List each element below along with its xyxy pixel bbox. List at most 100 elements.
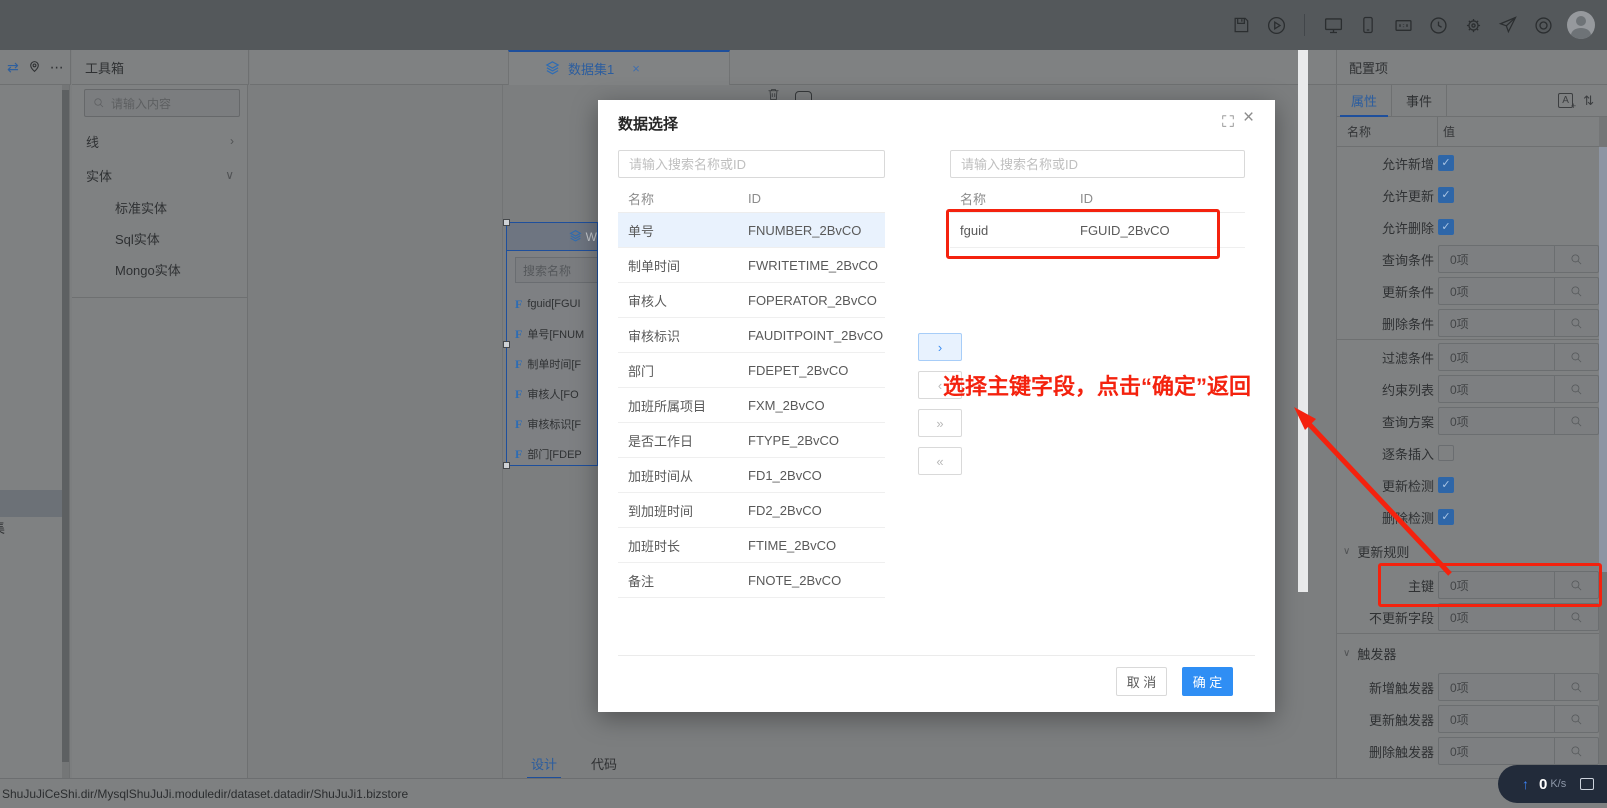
field-id: FWRITETIME_2BvCO — [748, 257, 879, 273]
config-tab-属性[interactable]: 属性 — [1337, 84, 1392, 117]
search-icon[interactable] — [1554, 310, 1598, 336]
canvas-tab-设计[interactable]: 设计 — [526, 754, 562, 779]
entity-field-row[interactable]: F 审核标识[F — [507, 409, 597, 439]
config-panel-scrollbar[interactable] — [1599, 117, 1607, 778]
ok-button[interactable]: 确 定 — [1182, 667, 1233, 696]
available-field-row[interactable]: 备注 FNOTE_2BvCO — [618, 563, 885, 598]
search-icon[interactable] — [1554, 278, 1598, 304]
entity-card-header[interactable]: W — [507, 223, 597, 251]
config-tab-事件[interactable]: 事件 — [1392, 84, 1447, 117]
selection-handle[interactable] — [503, 462, 510, 469]
picker-input[interactable]: 0项 — [1438, 309, 1599, 337]
chevron-right-icon[interactable]: › — [230, 134, 234, 148]
modal-search-right[interactable] — [950, 150, 1245, 178]
toolbox-search-input[interactable]: 请输入内容 — [84, 89, 240, 117]
entity-field-row[interactable]: F 单号[FNUM — [507, 319, 597, 349]
toolbox-item-Sql实体[interactable]: Sql实体 — [72, 223, 248, 254]
available-field-row[interactable]: 加班所属项目 FXM_2BvCO — [618, 388, 885, 423]
checkbox-checked[interactable]: ✓ — [1438, 155, 1454, 171]
search-icon[interactable] — [1554, 246, 1598, 272]
search-icon[interactable] — [1554, 344, 1598, 370]
monitor-icon[interactable] — [1322, 14, 1344, 36]
available-field-row[interactable]: 审核人 FOPERATOR_2BvCO — [618, 283, 885, 318]
picker-input[interactable]: 0项 — [1438, 673, 1599, 701]
available-field-row[interactable]: 审核标识 FAUDITPOINT_2BvCO — [618, 318, 885, 353]
more-icon[interactable]: ⋯ — [50, 60, 64, 74]
scrollbar-thumb[interactable] — [62, 90, 69, 762]
network-indicator[interactable]: ↑ 0 K/s — [1498, 765, 1607, 803]
toolbox-group-线[interactable]: 线 › — [72, 124, 248, 158]
entity-field-row[interactable]: F 制单时间[F — [507, 349, 597, 379]
gear-icon[interactable] — [1462, 14, 1484, 36]
move-all-right-button[interactable]: » — [918, 409, 962, 437]
clock-icon[interactable] — [1427, 14, 1449, 36]
sort-icon[interactable]: ⇅ — [1583, 93, 1594, 109]
picker-input[interactable]: 0项 — [1438, 245, 1599, 273]
expand-icon[interactable] — [1221, 114, 1235, 133]
move-all-left-button[interactable]: « — [918, 447, 962, 475]
checkbox-checked[interactable]: ✓ — [1438, 509, 1454, 525]
available-field-row[interactable]: 部门 FDEPET_2BvCO — [618, 353, 885, 388]
send-icon[interactable] — [1497, 14, 1519, 36]
close-icon[interactable]: × — [1243, 107, 1254, 129]
picker-input[interactable]: 0项 — [1438, 277, 1599, 305]
mini-tree-selected-row[interactable] — [0, 490, 62, 517]
checkbox-checked[interactable]: ✓ — [1438, 219, 1454, 235]
picker-input[interactable]: 0项 — [1438, 343, 1599, 371]
add-field-icon[interactable]: A — [1558, 92, 1576, 111]
toolbox-group-实体[interactable]: 实体 ∨ — [72, 158, 248, 192]
available-field-row[interactable]: 是否工作日 FTYPE_2BvCO — [618, 423, 885, 458]
available-field-row[interactable]: 制单时间 FWRITETIME_2BvCO — [618, 248, 885, 283]
entity-field-row[interactable]: F 部门[FDEP — [507, 439, 597, 465]
section-header-触发器[interactable]: ∨ 触发器 — [1337, 635, 1599, 671]
picker-input[interactable]: 0项 — [1438, 737, 1599, 765]
search-icon[interactable] — [1554, 408, 1598, 434]
scrollbar-thumb[interactable] — [1599, 147, 1607, 572]
available-field-row[interactable]: 加班时间从 FD1_2BvCO — [618, 458, 885, 493]
save-icon[interactable] — [1230, 14, 1252, 36]
list-header: 名称 ID — [618, 185, 885, 213]
picker-input[interactable]: 0项 — [1438, 407, 1599, 435]
available-field-row[interactable]: 到加班时间 FD2_2BvCO — [618, 493, 885, 528]
search-icon[interactable] — [1554, 706, 1598, 732]
tab-dataset1[interactable]: 数据集1 × — [508, 50, 730, 85]
selection-handle[interactable] — [503, 219, 510, 226]
search-icon[interactable] — [1554, 674, 1598, 700]
section-divider — [1337, 339, 1599, 341]
checkbox-checked[interactable]: ✓ — [1438, 477, 1454, 493]
user-avatar[interactable] — [1567, 11, 1595, 39]
picker-input[interactable]: 0项 — [1438, 603, 1599, 631]
entity-field-row[interactable]: F 审核人[FO — [507, 379, 597, 409]
entity-card[interactable]: W 搜索名称 Ffguid[FGUI F 单号[FNUM F 制单时间[F F 审核人[FO… — [506, 222, 598, 466]
swap-icon[interactable]: ⇄ — [7, 60, 19, 74]
available-field-row[interactable]: 加班时长 FTIME_2BvCO — [618, 528, 885, 563]
chevron-down-icon[interactable]: ∨ — [225, 168, 234, 182]
canvas-scrollbar[interactable] — [1298, 50, 1308, 592]
picker-input[interactable]: 0项 — [1438, 705, 1599, 733]
picker-input[interactable]: 0项 — [1438, 375, 1599, 403]
canvas-tab-代码[interactable]: 代码 — [591, 754, 617, 773]
checkbox-unchecked[interactable] — [1438, 445, 1454, 461]
record-icon[interactable] — [1532, 14, 1554, 36]
cancel-button[interactable]: 取 消 — [1116, 667, 1167, 696]
mobile-icon[interactable] — [1357, 14, 1379, 36]
mini-panel-scrollbar[interactable] — [62, 85, 70, 778]
search-icon[interactable] — [1554, 376, 1598, 402]
move-right-button[interactable]: › — [918, 333, 962, 361]
search-icon[interactable] — [1554, 604, 1598, 630]
entity-field-row[interactable]: Ffguid[FGUI — [507, 289, 597, 319]
modal-search-left[interactable] — [618, 150, 885, 178]
entity-card-search-input[interactable]: 搜索名称 — [515, 257, 597, 283]
property-row-更新触发器: 更新触发器 0项 — [1337, 703, 1599, 735]
toolbox-item-Mongo实体[interactable]: Mongo实体 — [72, 254, 248, 285]
checkbox-checked[interactable]: ✓ — [1438, 187, 1454, 203]
field-name: 是否工作日 — [628, 433, 694, 449]
location-pin-icon[interactable] — [28, 59, 41, 76]
selection-handle[interactable] — [503, 341, 510, 348]
toolbox-item-标准实体[interactable]: 标准实体 — [72, 192, 248, 223]
available-field-row[interactable]: 单号 FNUMBER_2BvCO — [618, 213, 885, 248]
search-icon[interactable] — [1554, 738, 1598, 764]
run-icon[interactable] — [1265, 14, 1287, 36]
ratio-icon[interactable] — [1392, 14, 1414, 36]
tab-close-icon[interactable]: × — [632, 61, 640, 76]
